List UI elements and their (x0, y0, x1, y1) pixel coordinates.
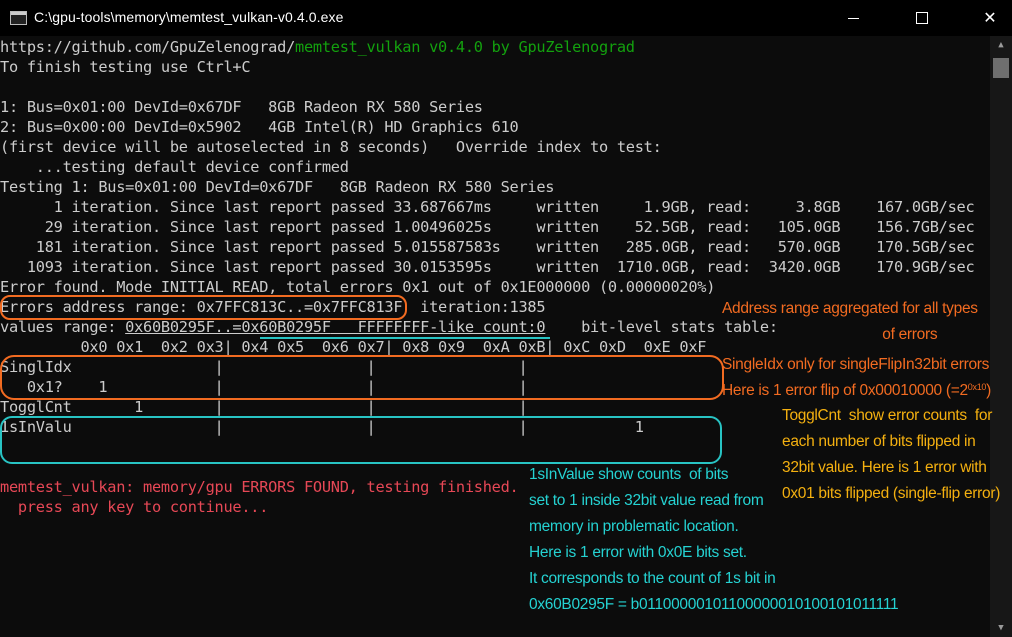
console-line: 1: Bus=0x01:00 DevId=0x67DF 8GB Radeon R… (0, 98, 483, 116)
minimize-button[interactable] (831, 0, 877, 36)
singlidx-note-detail: Here is 1 error flip of 0x00010000 (=20x… (722, 378, 991, 404)
table-row: TogglCnt 1 | | | (0, 398, 528, 416)
ones-in-value-highlight (0, 416, 722, 464)
continue-prompt: press any key to continue... (0, 498, 269, 516)
console-line: ...testing default device confirmed (0, 158, 349, 176)
console-line-header: https://github.com/GpuZelenograd/memtest… (0, 37, 635, 57)
error-message: memtest_vulkan: memory/gpu ERRORS FOUND,… (0, 478, 519, 496)
close-icon: ✕ (983, 8, 997, 27)
scroll-up-icon[interactable]: ▲ (990, 36, 1012, 54)
maximize-icon (916, 12, 928, 24)
console-line: 1 iteration. Since last report passed 33… (0, 198, 975, 216)
window-title: C:\gpu-tools\memory\memtest_vulkan-v0.4.… (34, 9, 344, 25)
values-range: 0x60B0295F..=0x60B0295F (125, 318, 331, 336)
singlidx-note: SingleIdx only for singleFlipIn32bit err… (722, 356, 990, 373)
minimize-icon (848, 18, 859, 19)
ones-in-value-note: 1sInValue show counts of bits set to 1 i… (529, 466, 899, 613)
app-version: memtest_vulkan v0.4.0 by GpuZelenograd (295, 38, 635, 56)
title-bar: C:\gpu-tools\memory\memtest_vulkan-v0.4.… (0, 0, 1012, 36)
console-line: 2: Bus=0x00:00 DevId=0x5902 4GB Intel(R)… (0, 118, 519, 136)
singlidx-note-text: Here is 1 error flip of 0x00010000 (=2 (722, 382, 968, 399)
console-line: 1093 iteration. Since last report passed… (0, 258, 975, 276)
console-line-values: values range: 0x60B0295F..=0x60B0295F FF… (0, 317, 778, 337)
console-line: 181 iteration. Since last report passed … (0, 238, 975, 256)
console-line: Testing 1: Bus=0x01:00 DevId=0x67DF 8GB … (0, 178, 555, 196)
ffff-count: FFFFFFFF-like count:0 (330, 318, 546, 336)
console-line: To finish testing use Ctrl+C (0, 58, 251, 76)
maximize-button[interactable] (899, 0, 945, 36)
singlidx-note-close: ) (986, 382, 991, 399)
console-app-icon (10, 11, 27, 25)
close-button[interactable]: ✕ (967, 0, 1012, 36)
singlidx-highlight (0, 355, 724, 400)
scroll-thumb[interactable] (993, 58, 1009, 78)
values-underline-highlight (260, 337, 550, 339)
vertical-scrollbar[interactable]: ▲ ▼ (990, 36, 1012, 637)
console-line: (first device will be autoselected in 8 … (0, 138, 662, 156)
repo-url: https://github.com/GpuZelenograd/ (0, 38, 296, 56)
table-header: 0x0 0x1 0x2 0x3| 0x4 0x5 0x6 0x7| 0x8 0x… (0, 338, 707, 356)
singlidx-note-exponent: 0x10 (967, 382, 987, 392)
scroll-down-icon[interactable]: ▼ (990, 619, 1012, 637)
console-line: Error found. Mode INITIAL_READ, total er… (0, 278, 716, 296)
address-range-highlight (0, 295, 407, 320)
values-label: values range: (0, 318, 126, 336)
address-range-note: Address range aggregated for all types o… (722, 300, 978, 343)
console-line: 29 iteration. Since last report passed 1… (0, 218, 975, 236)
